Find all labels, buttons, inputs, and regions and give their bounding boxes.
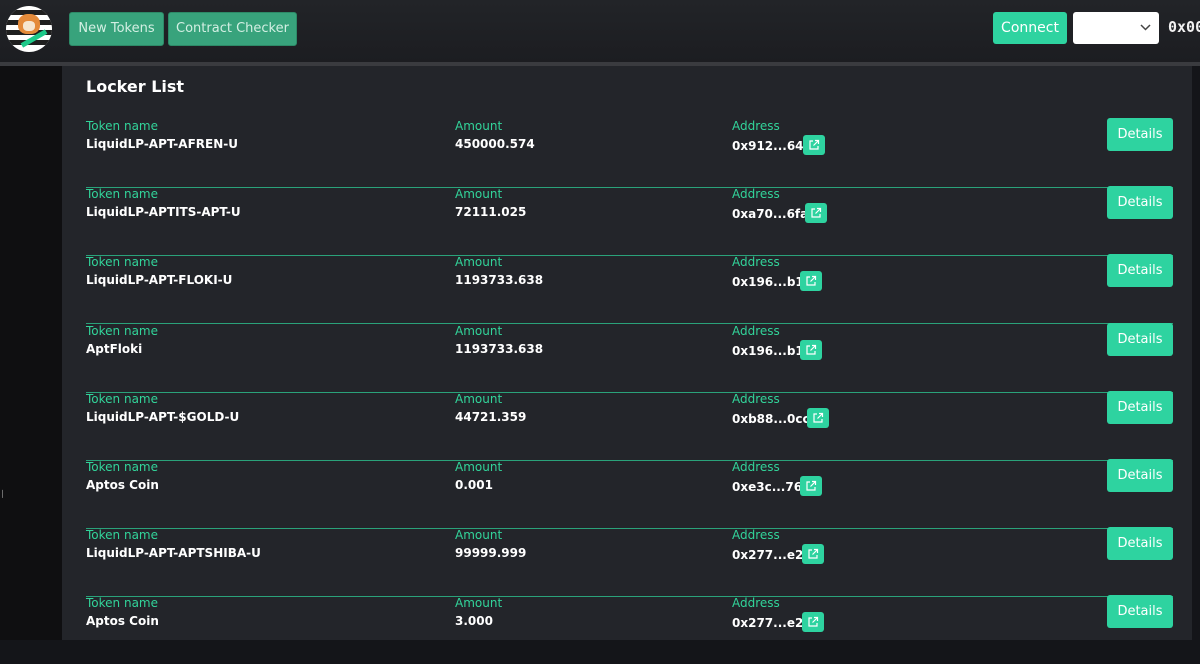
locker-row: Token name LiquidLP-APT-$GOLD-U Amount 4472… [86, 390, 1173, 461]
external-link-icon[interactable] [802, 544, 824, 565]
token-name-value: LiquidLP-APT-$GOLD-U [86, 409, 240, 424]
address-label: Address [732, 460, 780, 474]
page-title: Locker List [86, 77, 185, 96]
token-name-value: Aptos Coin [86, 478, 159, 492]
token-name-value: LiquidLP-APT-AFREN-U [86, 137, 238, 151]
details-button[interactable]: Details [1107, 459, 1173, 492]
locker-row: Token name Aptos Coin Amount 0.001 Address 0x… [86, 459, 1173, 529]
external-link-icon[interactable] [807, 407, 829, 428]
amount-label: Amount [455, 255, 503, 270]
token-name-value: Aptos Coin [86, 614, 159, 629]
address-value[interactable]: 0x277...e28 [732, 616, 812, 630]
locker-row: Token name Aptos Coin Amount 3.000 Address 0x… [86, 595, 1173, 664]
address-label: Address [732, 255, 780, 270]
locker-row: Token name LiquidLP-APT-APTSHIBA-U Amount 9… [86, 527, 1173, 598]
connect-button[interactable]: Connect [993, 12, 1067, 44]
details-button[interactable]: Details [1107, 254, 1173, 288]
token-name-value: LiquidLP-APT-FLOKI-U [86, 273, 233, 288]
contract-checker-button[interactable]: Contract Checker [168, 12, 297, 46]
address-label: Address [732, 187, 780, 202]
token-name-label: Token name [86, 460, 158, 474]
sidebar-edge-mark: ᛁ [0, 490, 6, 500]
network-select-value: Aptos Ma [1081, 21, 1131, 35]
token-name-label: Token name [86, 528, 158, 543]
external-link-icon[interactable] [800, 476, 822, 496]
wallet-address[interactable]: 0x00 [1168, 18, 1200, 36]
locker-row: Token name LiquidLP-APT-FLOKI-U Amount 1193… [86, 254, 1173, 325]
external-link-icon[interactable] [800, 339, 822, 360]
amount-value: 1193733.638 [455, 273, 544, 288]
token-name-value: LiquidLP-APTITS-APT-U [86, 205, 241, 220]
amount-value: 44721.359 [455, 409, 527, 424]
token-name-label: Token name [86, 119, 158, 133]
amount-label: Amount [455, 323, 503, 338]
address-label: Address [732, 528, 780, 543]
top-navbar: New Tokens Contract Checker Connect Apto… [0, 0, 1200, 66]
locker-row: Token name LiquidLP-APTITS-APT-U Amount 721… [86, 186, 1173, 257]
address-label: Address [732, 323, 780, 338]
external-link-icon[interactable] [800, 271, 822, 292]
address-label: Address [732, 119, 780, 133]
amount-value: 99999.999 [455, 546, 527, 561]
amount-label: Amount [455, 391, 503, 406]
details-button[interactable]: Details [1107, 118, 1173, 151]
address-value[interactable]: 0xb88...0cc [732, 412, 810, 426]
token-name-label: Token name [86, 255, 158, 270]
address-value[interactable]: 0x912...640 [732, 139, 812, 153]
details-button[interactable]: Details [1107, 527, 1173, 561]
token-name-label: Token name [86, 391, 158, 406]
amount-value: 0.001 [455, 478, 493, 492]
amount-value: 3.000 [455, 614, 493, 629]
chevron-down-icon [1140, 12, 1151, 44]
shiba-logo-icon[interactable] [6, 6, 52, 52]
amount-label: Amount [455, 596, 503, 611]
network-select[interactable]: Aptos Ma [1073, 12, 1159, 44]
token-name-label: Token name [86, 323, 158, 338]
external-link-icon[interactable] [802, 612, 824, 633]
locker-row: Token name LiquidLP-APT-AFREN-U Amount 4500… [86, 118, 1173, 188]
details-button[interactable]: Details [1107, 390, 1173, 424]
details-button[interactable]: Details [1107, 322, 1173, 356]
token-name-label: Token name [86, 596, 158, 611]
details-button[interactable]: Details [1107, 595, 1173, 629]
details-button[interactable]: Details [1107, 186, 1173, 220]
amount-value: 72111.025 [455, 205, 527, 220]
address-label: Address [732, 391, 780, 406]
address-value[interactable]: 0xe3c...769 [732, 480, 810, 494]
external-link-icon[interactable] [803, 135, 825, 155]
new-tokens-button[interactable]: New Tokens [69, 12, 164, 46]
amount-label: Amount [455, 119, 503, 133]
token-name-label: Token name [86, 187, 158, 202]
address-value[interactable]: 0x277...e28 [732, 548, 812, 562]
amount-label: Amount [455, 528, 503, 543]
external-link-icon[interactable] [805, 203, 827, 224]
address-label: Address [732, 596, 780, 611]
token-name-value: AptFloki [86, 341, 143, 356]
locker-row: Token name AptFloki Amount 1193733.638 Addre… [86, 322, 1173, 393]
amount-value: 1193733.638 [455, 341, 544, 356]
amount-label: Amount [455, 460, 503, 474]
amount-value: 450000.574 [455, 137, 535, 151]
address-value[interactable]: 0xa70...6fa [732, 207, 808, 221]
amount-label: Amount [455, 187, 503, 202]
locker-list-panel: Locker List Token name LiquidLP-APT-AFREN… [62, 66, 1192, 640]
token-name-value: LiquidLP-APT-APTSHIBA-U [86, 546, 261, 561]
sidebar: ᛁ [0, 66, 62, 640]
